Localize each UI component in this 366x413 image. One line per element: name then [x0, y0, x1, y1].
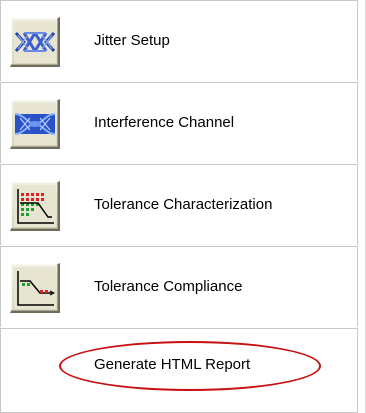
tolerance-compliance-icon[interactable]	[10, 263, 60, 313]
menu-item-label: Jitter Setup	[94, 32, 170, 49]
menu-item-label: Tolerance Characterization	[94, 196, 273, 213]
menu-item-label: Tolerance Compliance	[94, 278, 243, 295]
tolerance-characterization-icon[interactable]	[10, 181, 60, 231]
generate-html-report-link[interactable]: Generate HTML Report	[94, 356, 250, 374]
interference-eye-icon[interactable]	[10, 99, 60, 149]
menu-item-label: Interference Channel	[94, 114, 235, 131]
report-section: Generate HTML Report	[0, 328, 358, 413]
jitter-eye-icon[interactable]	[10, 17, 60, 67]
menu-item-jitter-setup[interactable]: Jitter Setup	[0, 0, 358, 81]
menu-item-tolerance-compliance[interactable]: Tolerance Compliance	[0, 246, 358, 327]
jitter-menu-panel: Jitter Setup Interference Channel Tolera…	[0, 0, 366, 413]
menu-item-tolerance-characterization[interactable]: Tolerance Characterization	[0, 164, 358, 245]
menu-item-interference-channel[interactable]: Interference Channel	[0, 82, 358, 163]
